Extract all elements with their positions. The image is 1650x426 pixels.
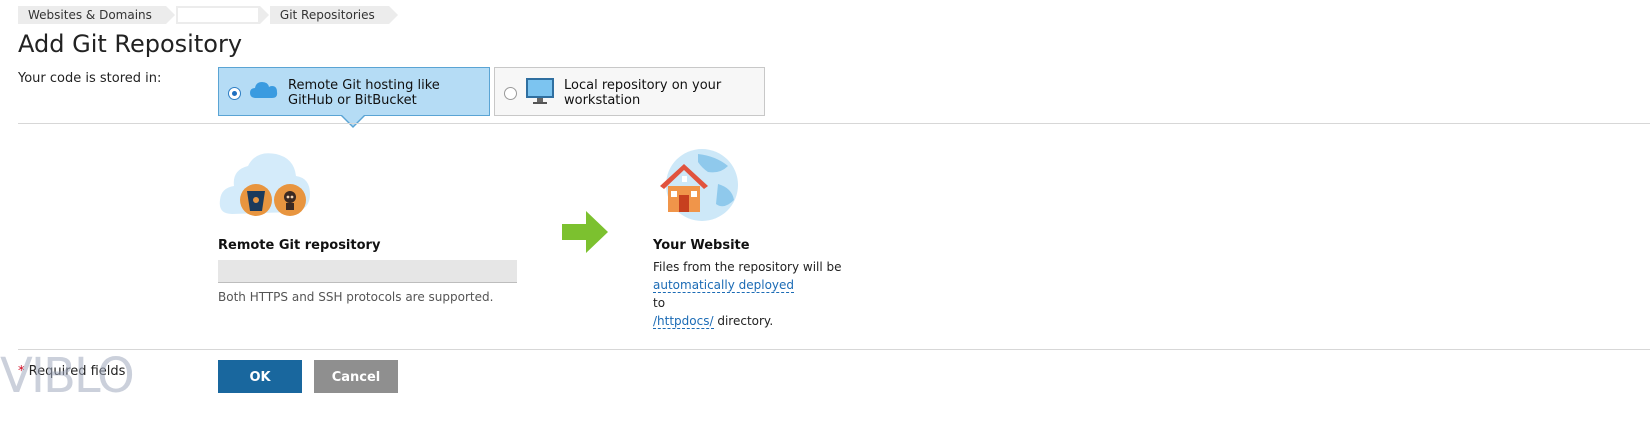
storage-option-remote[interactable]: Remote Git hosting like GitHub or BitBuc… — [218, 67, 490, 116]
deploy-mode-link[interactable]: automatically deployed — [653, 278, 795, 293]
directory-suffix: directory. — [713, 314, 774, 328]
breadcrumb-item-git-repositories[interactable]: Git Repositories — [269, 6, 398, 24]
monitor-icon — [525, 78, 555, 110]
github-octocat-icon — [274, 184, 306, 216]
remote-option-label: Remote Git hosting like GitHub or BitBuc… — [288, 78, 440, 108]
bitbucket-icon — [240, 184, 272, 216]
ok-button[interactable]: OK — [218, 360, 302, 393]
website-label: Your Website — [653, 238, 750, 253]
selection-pointer — [341, 115, 365, 128]
remote-repo-hint: Both HTTPS and SSH protocols are support… — [218, 290, 494, 304]
storage-label: Your code is stored in: — [18, 71, 162, 86]
cloud-icon — [249, 78, 279, 106]
required-text: Required fields — [24, 364, 126, 379]
local-radio[interactable] — [504, 87, 517, 100]
page-title: Add Git Repository — [18, 30, 243, 58]
remote-repo-label: Remote Git repository — [218, 238, 381, 253]
remote-hosting-illustration — [218, 148, 314, 226]
breadcrumb-item-websites-domains[interactable]: Websites & Domains — [18, 6, 175, 24]
website-to-text: to — [653, 296, 666, 310]
deploy-arrow-icon — [562, 211, 608, 257]
required-fields-note: * Required fields — [18, 364, 125, 379]
website-text-before: Files from the repository will be — [653, 260, 842, 274]
remote-repo-url-input[interactable] — [218, 260, 517, 283]
local-option-label: Local repository on your workstation — [564, 78, 722, 108]
website-illustration — [658, 148, 742, 226]
breadcrumb-label: Git Repositories — [279, 8, 375, 22]
breadcrumb-label: Websites & Domains — [28, 8, 152, 22]
remote-radio[interactable] — [228, 87, 241, 100]
cancel-button[interactable]: Cancel — [314, 360, 398, 393]
divider — [18, 123, 1650, 124]
divider — [18, 349, 1650, 350]
breadcrumb-item-domain[interactable] — [175, 6, 269, 24]
website-description: Files from the repository will be automa… — [653, 258, 842, 330]
deploy-directory-link[interactable]: /httpdocs/ — [653, 314, 714, 329]
breadcrumb: Websites & Domains Git Repositories — [18, 6, 399, 24]
storage-option-local[interactable]: Local repository on your workstation — [494, 67, 765, 116]
